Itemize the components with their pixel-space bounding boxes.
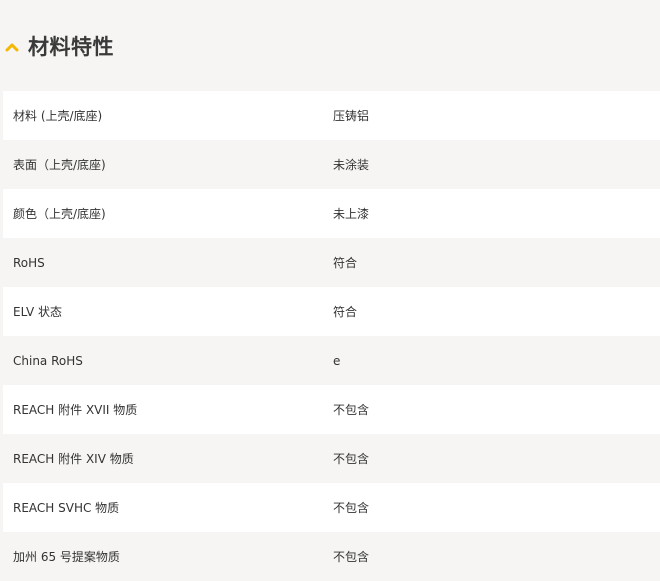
property-name: REACH 附件 XIV 物质 (13, 452, 134, 466)
chevron-up-icon (4, 41, 20, 53)
property-name: China RoHS (13, 353, 83, 368)
section-title: 材料特性 (28, 34, 114, 59)
property-name: 材料 (上壳/底座) (13, 109, 103, 123)
property-name: 加州 65 号提案物质 (13, 550, 120, 564)
table-row: China RoHS e (3, 336, 660, 385)
table-row: 材料 (上壳/底座) 压铸铝 (3, 91, 660, 140)
table-row: ELV 状态 符合 (3, 287, 660, 336)
property-value: 不包含 (333, 452, 370, 466)
property-value: 不包含 (333, 550, 370, 564)
table-row: 加州 65 号提案物质 不包含 (3, 532, 660, 581)
property-value: 符合 (333, 305, 358, 319)
table-row: 表面（上壳/底座) 未涂装 (3, 140, 660, 189)
property-value: 压铸铝 (333, 109, 370, 123)
property-value: 未涂装 (333, 158, 370, 172)
property-value: 不包含 (333, 403, 370, 417)
property-name: REACH 附件 XVII 物质 (13, 403, 138, 417)
table-row: REACH 附件 XIV 物质 不包含 (3, 434, 660, 483)
property-name: RoHS (13, 255, 45, 270)
section-header-toggle[interactable]: 材料特性 (0, 0, 660, 91)
table-row: 颜色（上壳/底座) 未上漆 (3, 189, 660, 238)
table-row: RoHS 符合 (3, 238, 660, 287)
property-name: ELV 状态 (13, 305, 62, 319)
property-name: 表面（上壳/底座) (13, 158, 106, 172)
property-name: REACH SVHC 物质 (13, 501, 120, 515)
table-row: REACH 附件 XVII 物质 不包含 (3, 385, 660, 434)
property-value: 不包含 (333, 501, 370, 515)
table-row: REACH SVHC 物质 不包含 (3, 483, 660, 532)
property-name: 颜色（上壳/底座) (13, 207, 106, 221)
property-value: 符合 (333, 256, 358, 270)
property-value: e (333, 353, 341, 368)
properties-table: 材料 (上壳/底座) 压铸铝 表面（上壳/底座) 未涂装 颜色（上壳/底座) 未… (3, 91, 660, 581)
property-value: 未上漆 (333, 207, 370, 221)
